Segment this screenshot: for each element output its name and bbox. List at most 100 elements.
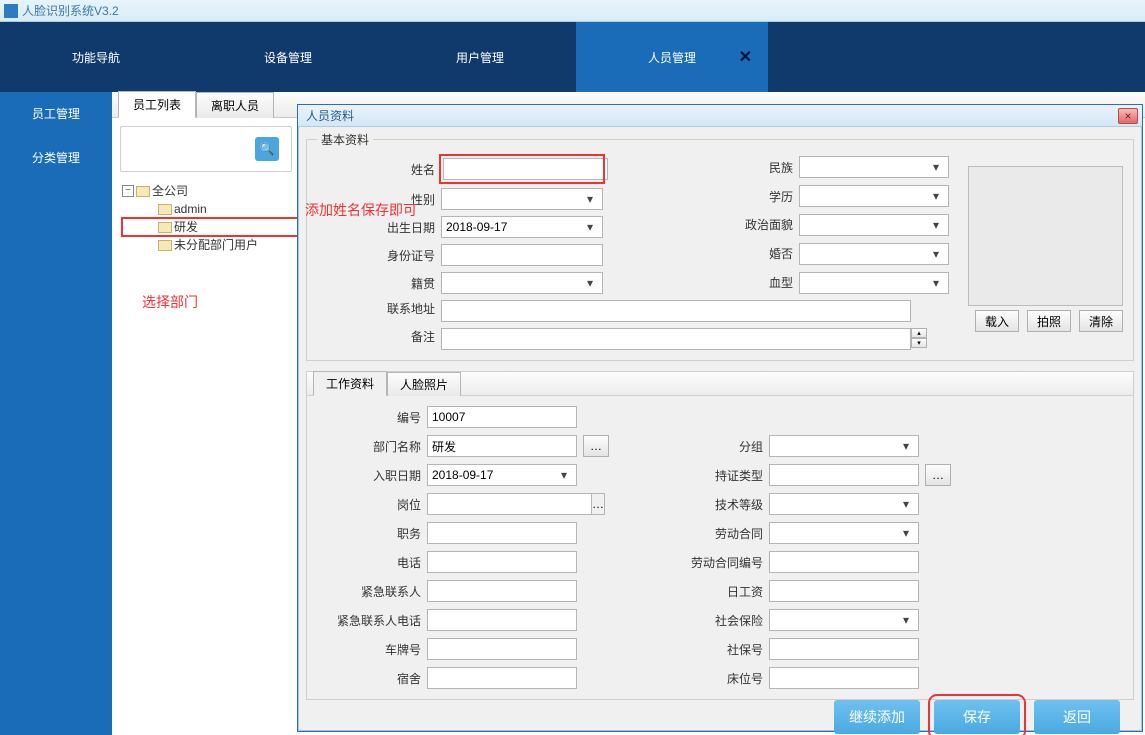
carplate-input[interactable]	[427, 638, 577, 660]
label-dept: 部门名称	[321, 438, 421, 455]
spin-down-button[interactable]: ▾	[911, 338, 927, 348]
tree-label: 全公司	[152, 182, 188, 200]
continue-add-button[interactable]: 继续添加	[834, 700, 920, 734]
hiredate-value: 2018-09-17	[432, 468, 493, 482]
save-button[interactable]: 保存	[934, 700, 1020, 734]
emergencyphone-input[interactable]	[427, 609, 577, 631]
dailywage-input[interactable]	[769, 580, 919, 602]
post-browse-button[interactable]: …	[592, 493, 605, 515]
techlevel-select[interactable]: ▾	[769, 493, 919, 515]
birth-date-select[interactable]: 2018-09-17▾	[441, 216, 603, 238]
spin-up-button[interactable]: ▴	[911, 328, 927, 338]
back-button[interactable]: 返回	[1034, 700, 1120, 734]
dialog-title-text: 人员资料	[306, 107, 354, 124]
dorm-input[interactable]	[427, 667, 577, 689]
label-emergencycontact: 紧急联系人	[321, 583, 421, 600]
photo-capture-button[interactable]: 拍照	[1027, 310, 1071, 332]
close-icon: ×	[1124, 109, 1131, 123]
laborcontract-select[interactable]: ▾	[769, 522, 919, 544]
ellipsis-icon: …	[590, 439, 602, 453]
nav-label: 功能导航	[72, 49, 120, 66]
chevron-down-icon: ▾	[898, 439, 914, 453]
edu-select[interactable]: ▾	[799, 185, 949, 207]
label-birth: 出生日期	[317, 219, 435, 236]
remark-input[interactable]	[441, 328, 911, 350]
address-input[interactable]	[441, 300, 911, 322]
search-button[interactable]: 🔍	[255, 137, 279, 161]
folder-icon	[158, 240, 172, 251]
post-input[interactable]	[427, 493, 592, 515]
tree-label: 未分配部门用户	[174, 236, 258, 254]
close-tab-icon[interactable]: ✕	[739, 47, 752, 67]
chevron-down-icon: ▾	[556, 468, 572, 482]
chevron-down-icon: ▾	[928, 189, 944, 203]
label-phone: 电话	[321, 554, 421, 571]
tree-collapse-icon[interactable]: −	[122, 185, 134, 197]
socialno-input[interactable]	[769, 638, 919, 660]
certtype-input[interactable]	[769, 464, 919, 486]
label-edu: 学历	[633, 188, 793, 205]
phone-input[interactable]	[427, 551, 577, 573]
label-origin: 籍贯	[317, 275, 435, 292]
dept-input[interactable]	[427, 435, 577, 457]
sidebar: 员工管理 分类管理	[0, 92, 112, 735]
label-bedno: 床位号	[623, 670, 763, 687]
marital-select[interactable]: ▾	[799, 243, 949, 265]
label-marital: 婚否	[633, 245, 793, 262]
nav-label: 用户管理	[456, 49, 504, 66]
tab-resigned[interactable]: 离职人员	[196, 92, 274, 118]
chevron-down-icon: ▾	[898, 497, 914, 511]
label-certtype: 持证类型	[623, 467, 763, 484]
name-input[interactable]	[443, 158, 608, 180]
label-name: 姓名	[317, 161, 435, 178]
nav-item-person[interactable]: 人员管理 ✕	[576, 22, 768, 92]
label-techlevel: 技术等级	[623, 496, 763, 513]
nav-item-function[interactable]: 功能导航	[0, 22, 192, 92]
label-socialno: 社保号	[623, 641, 763, 658]
chevron-down-icon: ▾	[898, 526, 914, 540]
label-laborcontract: 劳动合同	[623, 525, 763, 542]
nav-item-user[interactable]: 用户管理	[384, 22, 576, 92]
label-dorm: 宿舍	[321, 670, 421, 687]
politics-select[interactable]: ▾	[799, 214, 949, 236]
dept-browse-button[interactable]: …	[583, 435, 609, 457]
empno-input[interactable]	[427, 406, 577, 428]
label-socialins: 社会保险	[623, 612, 763, 629]
bedno-input[interactable]	[769, 667, 919, 689]
group-select[interactable]: ▾	[769, 435, 919, 457]
lower-tabs: 工作资料 人脸照片 编号 部门名称 … 分组 ▾ 入职日期 2018-09-17…	[306, 371, 1134, 700]
photo-load-button[interactable]: 载入	[975, 310, 1019, 332]
dialog-close-button[interactable]: ×	[1118, 108, 1138, 124]
photo-preview	[968, 166, 1123, 306]
blood-select[interactable]: ▾	[799, 272, 949, 294]
tab-employee-list[interactable]: 员工列表	[118, 91, 196, 118]
certtype-browse-button[interactable]: …	[925, 464, 951, 486]
position-input[interactable]	[427, 522, 577, 544]
chevron-down-icon: ▾	[898, 613, 914, 627]
gender-select[interactable]: ▾	[441, 188, 603, 210]
emergencycontact-input[interactable]	[427, 580, 577, 602]
origin-select[interactable]: ▾	[441, 272, 603, 294]
remark-spinner: ▴ ▾	[911, 328, 927, 350]
sidebar-item-category[interactable]: 分类管理	[0, 136, 112, 180]
hiredate-select[interactable]: 2018-09-17 ▾	[427, 464, 577, 486]
socialins-select[interactable]: ▾	[769, 609, 919, 631]
folder-icon	[158, 222, 172, 233]
top-nav: 功能导航 设备管理 用户管理 人员管理 ✕	[0, 22, 1145, 92]
photo-clear-button[interactable]: 清除	[1079, 310, 1123, 332]
folder-icon	[158, 204, 172, 215]
dialog-titlebar: 人员资料 ×	[298, 105, 1142, 127]
sidebar-label: 分类管理	[32, 149, 80, 166]
sidebar-item-employee[interactable]: 员工管理	[0, 92, 112, 136]
chevron-down-icon: ▾	[582, 220, 598, 234]
nav-label: 人员管理	[648, 49, 696, 66]
idno-input[interactable]	[441, 244, 603, 266]
laborcontractno-input[interactable]	[769, 551, 919, 573]
tab-work-info[interactable]: 工作资料	[313, 371, 387, 396]
label-idno: 身份证号	[317, 247, 435, 264]
label-position: 职务	[321, 525, 421, 542]
nav-item-device[interactable]: 设备管理	[192, 22, 384, 92]
tab-face-photo[interactable]: 人脸照片	[387, 372, 461, 396]
chevron-down-icon: ▾	[928, 247, 944, 261]
nation-select[interactable]: ▾	[799, 156, 949, 178]
